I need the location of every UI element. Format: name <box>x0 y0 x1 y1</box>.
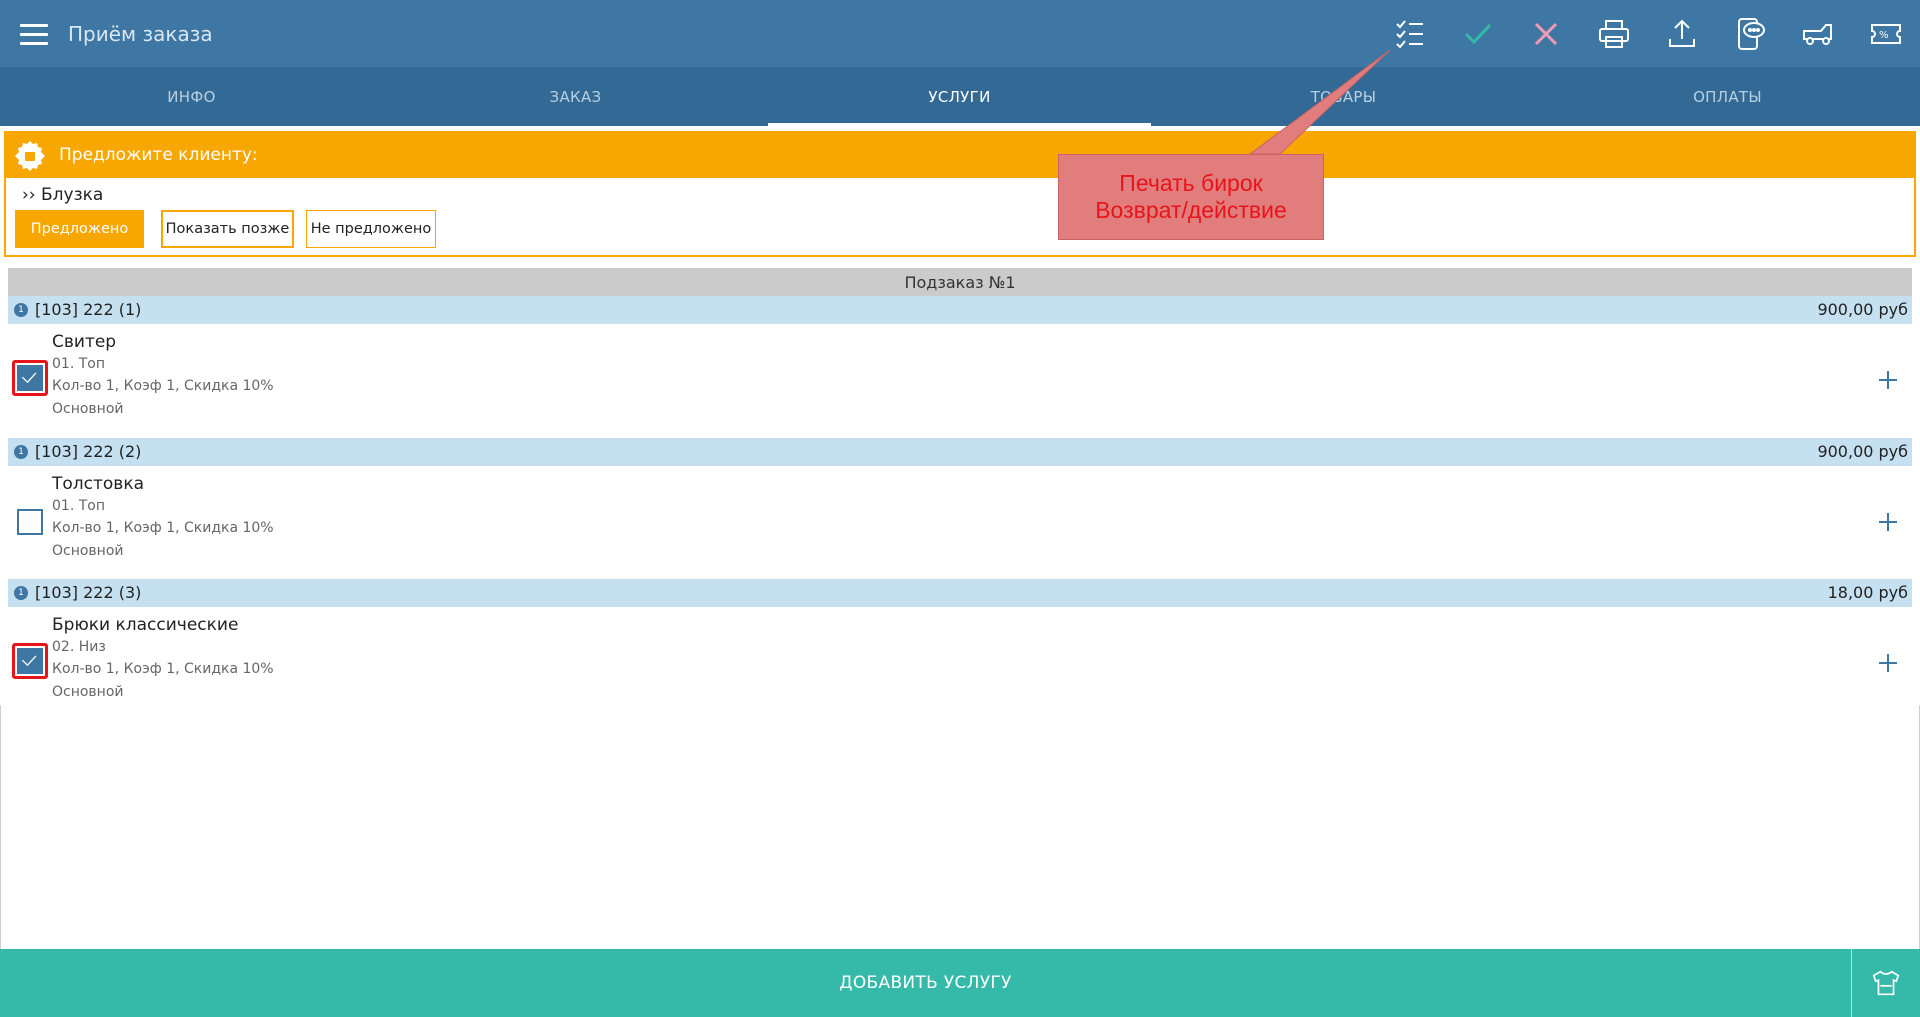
item-name: Свитер <box>52 332 117 352</box>
service-item[interactable]: Толстовка 01. Топ Кол-во 1, Коэф 1, Скид… <box>8 466 1912 580</box>
add-service-button[interactable]: ДОБАВИТЬ УСЛУГУ <box>0 949 1851 1017</box>
suggested-item: ›› Блузка <box>22 185 104 205</box>
annotation-callout: Печать бирок Возврат/действие <box>1058 154 1324 240</box>
badge-icon <box>15 141 45 171</box>
info-icon[interactable]: 1 <box>14 445 28 459</box>
service-item[interactable]: Свитер 01. Топ Кол-во 1, Коэф 1, Скидка … <box>8 324 1912 438</box>
top-bar: Приём заказа % <box>0 0 1920 67</box>
discount-ticket-icon[interactable]: % <box>1866 14 1906 54</box>
svg-text:%: % <box>1879 30 1889 41</box>
bottom-bar: ДОБАВИТЬ УСЛУГУ <box>0 949 1920 1017</box>
annotation-line: Возврат/действие <box>1095 197 1287 223</box>
item-category: 02. Низ <box>52 639 106 655</box>
list-border-left <box>0 705 1 949</box>
item-details: Кол-во 1, Коэф 1, Скидка 10% <box>52 661 274 677</box>
group-price: 900,00 руб <box>1817 442 1908 461</box>
item-category: 01. Топ <box>52 498 105 514</box>
group-label: [103] 222 (2) <box>35 442 142 461</box>
item-checkbox[interactable] <box>17 648 43 674</box>
suggestion-header: Предложите клиенту: <box>6 133 1914 178</box>
item-type: Основной <box>52 543 124 559</box>
menu-icon[interactable] <box>20 24 48 46</box>
item-details: Кол-во 1, Коэф 1, Скидка 10% <box>52 520 274 536</box>
group-header: 1 [103] 222 (1) 900,00 руб <box>8 296 1912 324</box>
group-label: [103] 222 (3) <box>35 583 142 602</box>
item-name: Толстовка <box>52 474 145 494</box>
show-later-button[interactable]: Показать позже <box>161 210 294 248</box>
page-title: Приём заказа <box>68 22 213 46</box>
check-icon <box>21 372 37 384</box>
group-header: 1 [103] 222 (2) 900,00 руб <box>8 438 1912 466</box>
check-icon[interactable] <box>1458 14 1498 54</box>
annotation-line: Печать бирок <box>1119 170 1263 196</box>
tab-info[interactable]: ИНФО <box>0 67 383 126</box>
suggestion-panel: Предложите клиенту: ›› Блузка Предложено… <box>4 131 1916 257</box>
service-item[interactable]: Брюки классические 02. Низ Кол-во 1, Коэ… <box>8 607 1912 721</box>
info-icon[interactable]: 1 <box>14 586 28 600</box>
offered-button[interactable]: Предложено <box>15 210 144 248</box>
info-icon[interactable]: 1 <box>14 303 28 317</box>
group-header: 1 [103] 222 (3) 18,00 руб <box>8 579 1912 607</box>
item-checkbox[interactable] <box>17 509 43 535</box>
car-icon[interactable] <box>1798 14 1838 54</box>
check-icon <box>21 655 37 667</box>
print-icon[interactable] <box>1594 14 1634 54</box>
plus-icon[interactable] <box>1876 651 1900 675</box>
group-price: 18,00 руб <box>1827 583 1908 602</box>
tab-services[interactable]: УСЛУГИ <box>768 67 1151 126</box>
checklist-icon[interactable] <box>1390 14 1430 54</box>
group-price: 900,00 руб <box>1817 300 1908 319</box>
plus-icon[interactable] <box>1876 510 1900 534</box>
shirt-icon[interactable] <box>1852 949 1920 1017</box>
close-icon[interactable] <box>1526 14 1566 54</box>
item-type: Основной <box>52 401 124 417</box>
tab-order[interactable]: ЗАКАЗ <box>384 67 767 126</box>
tab-goods[interactable]: ТОВАРЫ <box>1152 67 1535 126</box>
item-checkbox[interactable] <box>17 365 43 391</box>
tab-payments[interactable]: ОПЛАТЫ <box>1536 67 1919 126</box>
plus-icon[interactable] <box>1876 368 1900 392</box>
item-category: 01. Топ <box>52 356 105 372</box>
suggestion-title: Предложите клиенту: <box>59 145 258 165</box>
group-label: [103] 222 (1) <box>35 300 142 319</box>
item-name: Брюки классические <box>52 615 239 635</box>
upload-icon[interactable] <box>1662 14 1702 54</box>
item-type: Основной <box>52 684 124 700</box>
tab-bar: ИНФО ЗАКАЗ УСЛУГИ ТОВАРЫ ОПЛАТЫ <box>0 67 1920 126</box>
app-root: Приём заказа % ИНФО ЗАКАЗ УСЛУГИ ТОВАРЫ … <box>0 0 1920 1017</box>
not-offered-button[interactable]: Не предложено <box>306 210 436 248</box>
suborder-header: Подзаказ №1 <box>8 268 1912 296</box>
item-details: Кол-во 1, Коэф 1, Скидка 10% <box>52 378 274 394</box>
phone-message-icon[interactable] <box>1730 14 1770 54</box>
